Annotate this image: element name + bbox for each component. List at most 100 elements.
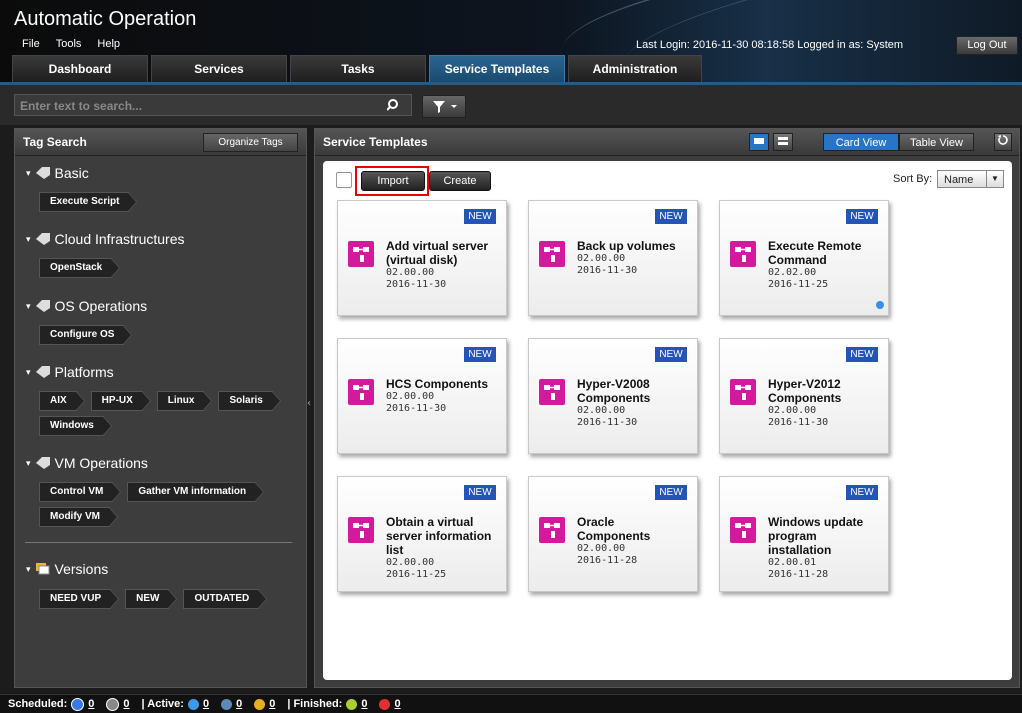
category-label: Cloud Infrastructures — [54, 231, 185, 247]
template-card[interactable]: NEW Execute Remote Command 02.02.00 2016-11… — [719, 200, 889, 316]
category-label: OS Operations — [54, 298, 148, 314]
template-title[interactable]: Execute Remote Command — [768, 239, 880, 267]
template-icon — [348, 517, 374, 543]
template-card[interactable]: NEW Oracle Components 02.00.00 2016-11-28 — [528, 476, 698, 592]
template-date: 2016-11-30 — [386, 279, 447, 290]
template-card[interactable]: NEW HCS Components 02.00.00 2016-11-30 — [337, 338, 507, 454]
category-label: Versions — [54, 561, 109, 577]
refresh-icon[interactable] — [994, 133, 1012, 151]
category-label: Platforms — [54, 364, 114, 380]
expand-arrow-icon[interactable]: ▾ — [26, 458, 31, 469]
template-version: 02.00.00 — [577, 253, 626, 264]
category-cloud[interactable]: ▾ Cloud Infrastructures — [26, 231, 184, 247]
chevron-down-icon[interactable]: ▼ — [986, 171, 1003, 187]
template-title-block: Oracle Components 02.00.00 2016-11-28 — [577, 515, 689, 567]
paused-count[interactable]: 0 — [123, 698, 129, 710]
tag-need-vup[interactable]: NEED VUP — [39, 589, 120, 609]
card-view-button[interactable]: Card View — [823, 133, 899, 151]
tag-modify-vm[interactable]: Modify VM — [39, 507, 118, 527]
tag-solaris[interactable]: Solaris — [218, 391, 282, 411]
divider — [25, 542, 292, 543]
select-all-checkbox[interactable] — [336, 172, 352, 188]
logout-button[interactable]: Log Out — [956, 36, 1018, 55]
expand-arrow-icon[interactable]: ▾ — [26, 564, 31, 575]
create-button[interactable]: Create — [429, 171, 491, 191]
tag-windows[interactable]: Windows — [39, 416, 112, 436]
template-title[interactable]: Hyper-V2008 Components — [577, 377, 689, 405]
organize-tags-button[interactable]: Organize Tags — [203, 133, 298, 152]
tag-list: Configure OS — [39, 325, 133, 345]
success-icon — [346, 698, 358, 710]
tab-administration[interactable]: Administration — [568, 55, 702, 82]
sort-by-select[interactable]: Name ▼ — [937, 170, 1004, 188]
scheduled-count[interactable]: 0 — [88, 698, 94, 710]
menu-tools[interactable]: Tools — [56, 38, 82, 50]
waiting-icon — [221, 698, 233, 710]
category-basic[interactable]: ▾ Basic — [26, 165, 89, 181]
template-card[interactable]: NEW Add virtual server (virtual disk) 02.0… — [337, 200, 507, 316]
template-card[interactable]: NEW Obtain a virtual server information l… — [337, 476, 507, 592]
active-warning-count[interactable]: 0 — [269, 698, 275, 710]
template-title[interactable]: Add virtual server (virtual disk) — [386, 239, 498, 267]
menu-file[interactable]: File — [22, 38, 40, 50]
tag-openstack[interactable]: OpenStack — [39, 258, 121, 278]
category-vm-operations[interactable]: ▾ VM Operations — [26, 455, 148, 471]
template-title[interactable]: Obtain a virtual server information list — [386, 515, 498, 557]
tag-control-vm[interactable]: Control VM — [39, 482, 122, 502]
tag-hp-ux[interactable]: HP-UX — [90, 391, 151, 411]
tab-tasks[interactable]: Tasks — [290, 55, 426, 82]
tag-configure-os[interactable]: Configure OS — [39, 325, 133, 345]
card-size-large-icon[interactable] — [749, 133, 769, 151]
template-version: 02.00.00 — [577, 405, 626, 416]
template-title[interactable]: Oracle Components — [577, 515, 689, 543]
tab-service-templates[interactable]: Service Templates — [429, 55, 565, 82]
template-card[interactable]: NEW Windows update program installation 02… — [719, 476, 889, 592]
tag-icon — [35, 457, 50, 469]
search-input[interactable]: Enter text to search... — [14, 94, 412, 116]
expand-arrow-icon[interactable]: ▾ — [26, 367, 31, 378]
tag-execute-script[interactable]: Execute Script — [39, 192, 139, 212]
template-title[interactable]: Hyper-V2012 Components — [768, 377, 880, 405]
tag-list: AIX HP-UX Linux Solaris Windows — [39, 391, 299, 436]
tab-dashboard[interactable]: Dashboard — [12, 55, 148, 82]
last-login-info: Last Login: 2016-11-30 08:18:58 Logged i… — [636, 39, 904, 51]
template-version: 02.00.00 — [386, 557, 435, 568]
card-size-small-icon[interactable] — [773, 133, 793, 151]
category-label: VM Operations — [54, 455, 148, 471]
table-view-button[interactable]: Table View — [899, 133, 974, 151]
filter-button[interactable] — [422, 95, 466, 118]
sort-value: Name — [944, 174, 974, 186]
template-title[interactable]: Back up volumes — [577, 239, 689, 253]
template-title-block: Back up volumes 02.00.00 2016-11-30 — [577, 239, 689, 277]
expand-arrow-icon[interactable]: ▾ — [26, 234, 31, 245]
category-os-operations[interactable]: ▾ OS Operations — [26, 298, 147, 314]
collapse-panel-icon[interactable]: ‹ — [307, 398, 313, 409]
tag-linux[interactable]: Linux — [156, 391, 213, 411]
active-running-count[interactable]: 0 — [203, 698, 209, 710]
active-waiting-count[interactable]: 0 — [236, 698, 242, 710]
template-card[interactable]: NEW Hyper-V2008 Components 02.00.00 2016-11… — [528, 338, 698, 454]
tag-gather-vm-information[interactable]: Gather VM information — [127, 482, 264, 502]
search-placeholder: Enter text to search... — [20, 99, 143, 113]
template-icon — [348, 379, 374, 405]
tab-services[interactable]: Services — [151, 55, 287, 82]
finished-ok-count[interactable]: 0 — [361, 698, 367, 710]
tag-outdated[interactable]: OUTDATED — [183, 589, 268, 609]
expand-arrow-icon[interactable]: ▾ — [26, 168, 31, 179]
new-badge: NEW — [464, 347, 496, 362]
search-icon[interactable] — [386, 98, 401, 115]
menu-help[interactable]: Help — [97, 38, 120, 50]
template-card[interactable]: NEW Back up volumes 02.00.00 2016-11-30 — [528, 200, 698, 316]
tag-new[interactable]: NEW — [125, 589, 178, 609]
template-title[interactable]: HCS Components — [386, 377, 498, 391]
header: Automatic Operation File Tools Help Last… — [0, 0, 1022, 82]
tag-aix[interactable]: AIX — [39, 391, 85, 411]
expand-arrow-icon[interactable]: ▾ — [26, 301, 31, 312]
category-versions[interactable]: ▾ Versions — [26, 561, 108, 577]
template-title[interactable]: Windows update program installation — [768, 515, 880, 557]
import-button[interactable]: Import — [361, 171, 425, 191]
template-card[interactable]: NEW Hyper-V2012 Components 02.00.00 2016-11… — [719, 338, 889, 454]
new-badge: NEW — [655, 209, 687, 224]
finished-error-count[interactable]: 0 — [394, 698, 400, 710]
category-platforms[interactable]: ▾ Platforms — [26, 364, 114, 380]
